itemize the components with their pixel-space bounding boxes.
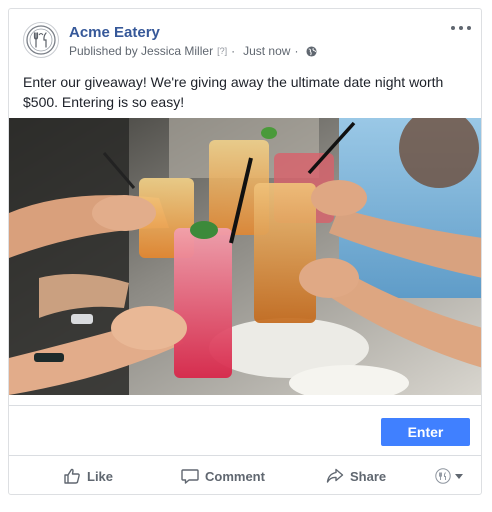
page-avatar[interactable] bbox=[23, 22, 59, 58]
action-bar: Like Comment Share bbox=[9, 456, 481, 494]
restaurant-logo-icon bbox=[26, 25, 56, 55]
globe-icon[interactable] bbox=[306, 45, 317, 57]
cta-divider bbox=[9, 405, 481, 406]
share-label: Share bbox=[350, 468, 387, 484]
enter-button[interactable]: Enter bbox=[381, 418, 470, 446]
comment-button[interactable]: Comment bbox=[181, 456, 265, 494]
publisher-help-link[interactable]: [?] bbox=[217, 46, 227, 56]
more-options-icon[interactable] bbox=[451, 21, 471, 35]
comment-bubble-icon bbox=[181, 469, 199, 484]
share-arrow-icon bbox=[326, 468, 344, 483]
comment-label: Comment bbox=[205, 468, 265, 484]
chevron-down-icon bbox=[455, 473, 463, 479]
publisher-text: Published by Jessica Miller bbox=[69, 44, 214, 58]
post-meta: Published by Jessica Miller [?] · Just n… bbox=[69, 44, 317, 58]
post-message: Enter our giveaway! We're giving away th… bbox=[23, 74, 444, 110]
meta-separator-2: · bbox=[294, 44, 299, 58]
page-name-link[interactable]: Acme Eatery bbox=[69, 24, 160, 41]
audience-selector[interactable] bbox=[435, 468, 463, 484]
post-card: Acme Eatery Published by Jessica Miller … bbox=[8, 8, 482, 495]
like-label: Like bbox=[87, 468, 114, 484]
share-button[interactable]: Share bbox=[326, 456, 387, 494]
page-avatar-dropdown-icon bbox=[435, 468, 451, 484]
post-photo[interactable] bbox=[9, 118, 481, 395]
meta-separator: · bbox=[231, 44, 236, 58]
thumbs-up-icon bbox=[64, 468, 80, 484]
post-header: Acme Eatery Published by Jessica Miller … bbox=[9, 9, 481, 69]
post-timestamp[interactable]: Just now bbox=[243, 44, 290, 58]
like-button[interactable]: Like bbox=[63, 456, 114, 494]
